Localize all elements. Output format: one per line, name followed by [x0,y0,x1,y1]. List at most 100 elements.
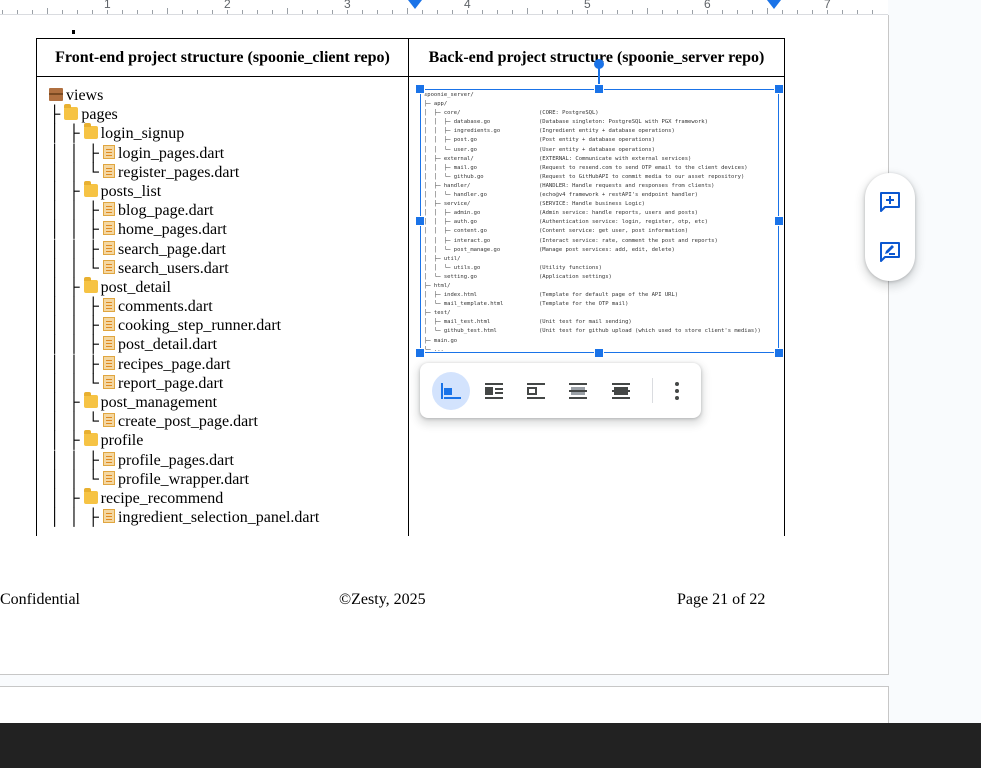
server-tree-path: │ │ ├─ post.go [424,137,477,144]
server-tree-line: │ │ ├─ database.go (Database singleton: P… [424,118,778,127]
ruler-tick [677,10,678,14]
ruler-tick [272,10,273,14]
wrap-text-button[interactable] [475,372,513,410]
ruler-tick [797,10,798,14]
backend-cell[interactable]: spoonie_server/ ├─ app/ │ ├─ core/ (CORE: P… [408,59,785,536]
file-icon [103,259,116,274]
more-options-button[interactable] [670,372,684,410]
resize-handle-right[interactable] [774,216,784,226]
document-page[interactable]: Front-end project structure (spoonie_cli… [0,15,889,675]
tree-item-name: posts_list [100,182,162,200]
ruler-number: 2 [224,0,231,11]
ruler-tick [437,10,438,14]
header-frontend[interactable]: Front-end project structure (spoonie_cli… [36,38,409,77]
tree-connector: │ ├ [49,394,84,411]
resize-handle-top-left[interactable] [415,84,425,94]
server-tree-comment: (EXTERNAL: Communicate with external ser… [539,155,692,162]
file-icon [103,317,116,332]
left-indent-marker-icon[interactable] [408,0,422,9]
tree-connector: │ │ ├ [49,509,104,527]
server-tree-path: │ ├─ service/ [424,201,471,208]
behind-text-icon [568,383,588,399]
ruler-number: 5 [584,0,591,11]
tree-row: │ │ ├ recipes_page.dart [49,355,408,374]
tree-item-name: ingredient_selection_panel.dart [118,509,320,527]
footer-center: ©Zesty, 2025 [339,591,426,608]
resize-handle-left[interactable] [415,216,425,226]
ruler-tick [392,10,393,14]
behind-text-button[interactable] [559,372,597,410]
server-tree-line: │ │ ├─ ingredients.go (Ingredient entity … [424,127,778,136]
backend-structure-image[interactable]: spoonie_server/ ├─ app/ │ ├─ core/ (CORE: P… [420,89,779,353]
tree-row: │ │ ├ home_pages.dart [49,220,408,239]
tree-connector: │ │ ├ [49,336,104,354]
server-tree-comment: (Utility functions) [539,264,602,271]
server-tree-line: │ ├─ mail_test.html (Unit test for mail s… [424,318,778,327]
toolbar-separator [652,378,653,403]
server-tree-path: │ ├─ external/ [424,155,474,162]
server-tree-line: │ └─ github_test.html (Unit test for gith… [424,327,778,336]
ruler-tick [662,10,663,14]
ruler-number: 4 [464,0,471,11]
file-icon [103,509,116,524]
tree-row: │ │ └ profile_wrapper.dart [49,470,408,489]
folder-icon [83,123,98,140]
tree-row: │ │ ├ ingredient_selection_panel.dart [49,508,408,527]
rotate-handle[interactable] [594,59,604,69]
ruler-tick [632,10,633,14]
backend-structure-image-wrapper[interactable]: spoonie_server/ ├─ app/ │ ├─ core/ (CORE: P… [415,59,784,358]
file-icon [103,298,116,313]
project-structure-table[interactable]: Front-end project structure (spoonie_cli… [36,38,785,536]
tree-connector: │ │ ├ [49,144,104,162]
break-text-button[interactable] [517,372,555,410]
footer-left: Confidential [0,591,80,608]
ruler-tick [2,10,3,14]
next-document-page[interactable] [0,686,889,727]
inline-button[interactable] [432,372,470,410]
resize-handle-bottom-right[interactable] [774,348,784,358]
ruler-tick [362,10,363,14]
server-tree-comment: (Application settings) [539,273,612,280]
file-icon [103,144,116,159]
suggest-edits-icon[interactable] [878,240,902,264]
ruler-tick [287,8,288,14]
ruler-tick [527,8,528,14]
ruler-tick [602,10,603,14]
horizontal-ruler[interactable]: 1 2 3 4 5 6 7 [0,0,888,15]
server-tree-comment: (echo@v4 framework + restAPI's endpoint … [539,192,698,199]
tree-row: │ ├ recipe_recommend [49,487,408,508]
tree-item-name: login_signup [100,125,185,143]
header-backend[interactable]: Back-end project structure (spoonie_serv… [408,38,785,77]
server-tree-comment: (Content service: get user, post informa… [539,228,689,235]
ruler-tick [377,10,378,14]
resize-handle-top[interactable] [594,84,604,94]
server-tree-comment: (Request to GitHubAPI to commit media to… [539,173,745,180]
in-front-of-text-button[interactable] [602,372,640,410]
server-tree-line: │ ├─ util/ [424,255,778,264]
tree-item-name: profile [100,432,144,450]
resize-handle-bottom-left[interactable] [415,348,425,358]
server-tree-line: │ ├─ core/ (CORE: PostgreSQL) [424,109,778,118]
ruler-tick [302,10,303,14]
ruler-number: 6 [704,0,711,11]
server-tree-line: │ └─ setting.go (Application settings) [424,273,778,282]
server-tree-path: │ │ ├─ ingredients.go [424,128,501,135]
server-tree-line: │ ├─ handler/ (HANDLER: Handle requests a… [424,182,778,191]
tree-connector: │ │ ├ [49,451,104,469]
tree-item-name: comments.dart [118,298,213,316]
tree-connector: │ ├ [49,125,84,143]
resize-handle-top-right[interactable] [774,84,784,94]
ruler-tick [47,8,48,14]
ruler-tick [242,10,243,14]
resize-handle-bottom[interactable] [594,348,604,358]
frontend-cell[interactable]: views ├ pages │ ├ login_signup │ │ ├ login_… [36,76,409,536]
server-tree-path: spoonie_server/ [424,92,474,98]
ruler-tick [77,10,78,14]
add-comment-icon[interactable] [878,190,902,214]
right-indent-marker-icon[interactable] [767,0,781,9]
server-tree-path: │ └─ github_test.html [424,328,497,335]
tree-item-name: cooking_step_runner.dart [118,317,282,335]
server-tree-comment: (Unit test for github upload (which used… [539,328,761,335]
server-tree-comment: (Template for the OTP mail) [539,301,629,308]
file-icon [103,163,116,178]
